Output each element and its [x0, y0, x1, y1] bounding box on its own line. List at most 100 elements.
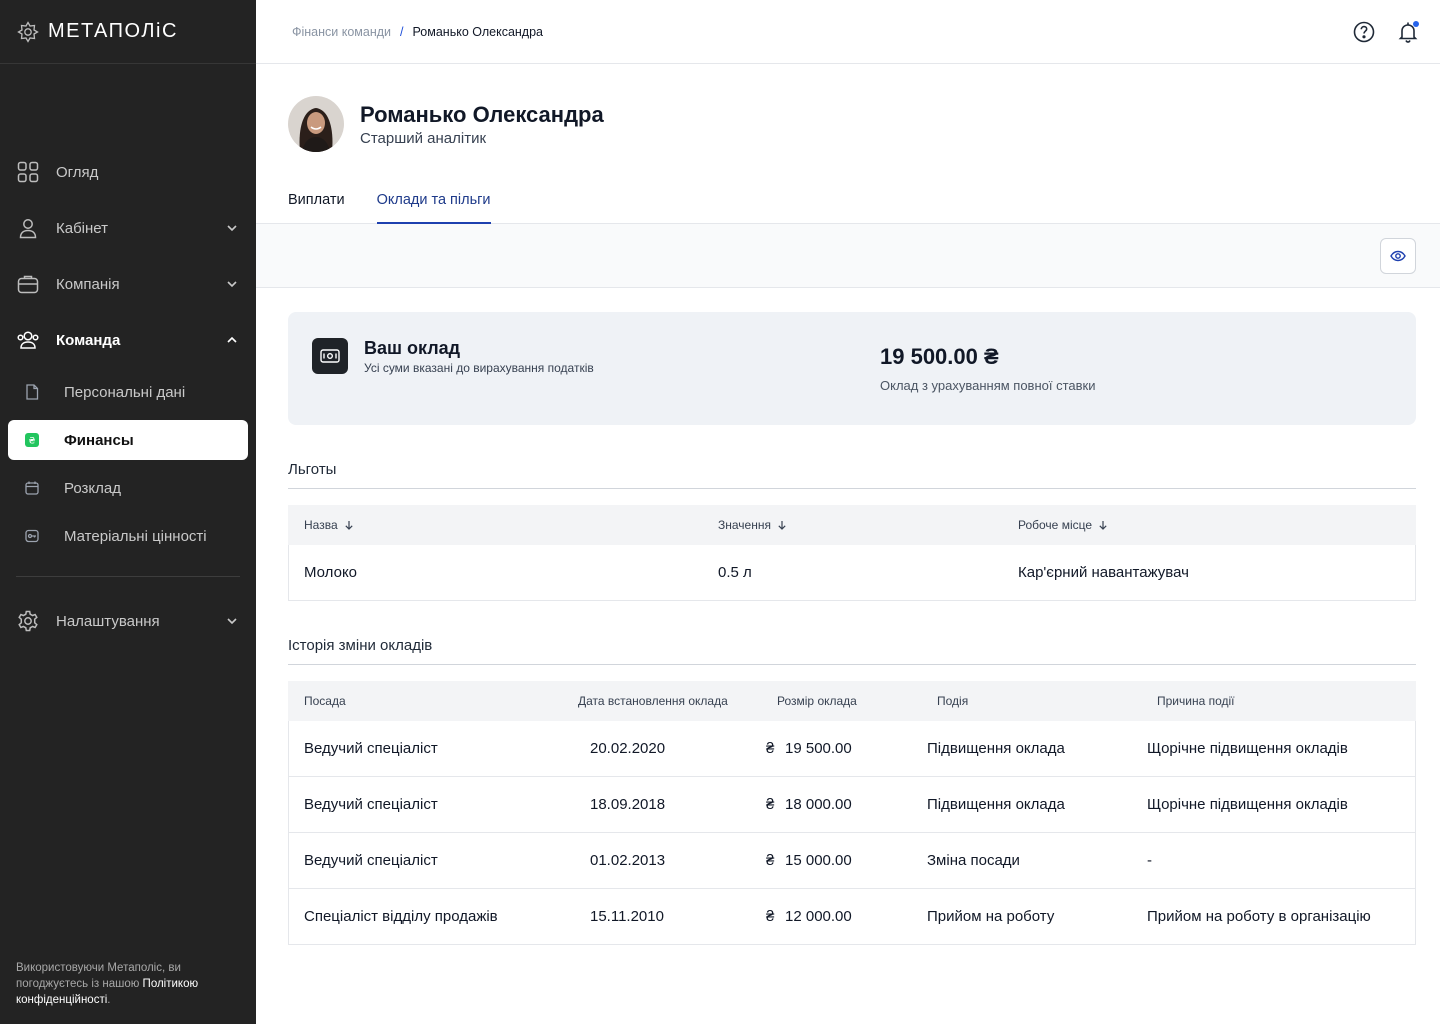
salary-title: Ваш оклад — [364, 338, 461, 358]
column-header-amount[interactable]: Розмір оклада — [777, 694, 857, 708]
sidebar-item-label: Кабінет — [56, 219, 109, 237]
privacy-text-end: . — [107, 994, 111, 1006]
column-label: Робоче місце — [1018, 518, 1093, 532]
sidebar-item-overview[interactable]: Огляд — [8, 152, 248, 192]
logo-icon — [17, 20, 39, 43]
sidebar-item-assets[interactable]: Матеріальні цінності — [8, 516, 248, 556]
privacy-notice: Використовуючи Метаполіс, ви погоджуєтес… — [16, 960, 240, 1008]
cell-amount: 18 000.00 — [785, 796, 852, 813]
cell-position: Ведучий спеціаліст — [304, 796, 438, 813]
cell-date: 18.09.2018 — [590, 796, 666, 813]
chevron-down-icon — [227, 281, 237, 288]
briefcase-icon — [16, 272, 40, 296]
column-header-reason[interactable]: Причина події — [1157, 694, 1235, 708]
sidebar-item-company[interactable]: Компанія — [8, 264, 248, 304]
cell-event: Підвищення оклада — [927, 740, 1065, 757]
benefit-name: Молоко — [304, 564, 358, 581]
chevron-down-icon — [227, 225, 237, 232]
tab-payments[interactable]: Виплати — [288, 180, 345, 224]
cell-reason: Прийом на роботу в організацію — [1147, 908, 1371, 925]
toggle-visibility-button[interactable] — [1380, 238, 1416, 274]
cell-currency: ₴ — [766, 740, 775, 757]
column-header-name[interactable]: Назва — [304, 518, 354, 532]
help-button[interactable] — [1352, 20, 1376, 44]
calendar-icon — [24, 480, 40, 496]
cell-currency: ₴ — [766, 796, 775, 813]
breadcrumb-separator: / — [400, 24, 404, 39]
money-icon — [312, 338, 348, 374]
sidebar-item-settings[interactable]: Налаштування — [8, 601, 248, 641]
breadcrumb-parent[interactable]: Фінанси команди — [292, 25, 391, 39]
topbar: Фінанси команди / Романько Олександра — [256, 0, 1440, 64]
column-header-workplace[interactable]: Робоче місце — [1018, 518, 1108, 532]
cell-event: Зміна посади — [927, 852, 1020, 869]
cell-date: 15.11.2010 — [590, 908, 664, 925]
sort-arrow-down-icon — [345, 521, 353, 530]
profile-role: Старший аналітик — [360, 129, 487, 147]
cell-currency: ₴ — [766, 852, 775, 869]
benefit-value: 0.5 л — [718, 564, 752, 581]
tabs: Виплати Оклади та пільги — [256, 180, 1440, 224]
sidebar-item-label: Команда — [56, 331, 121, 349]
brand[interactable]: МЕТАПОЛіС — [0, 0, 256, 64]
sidebar-item-label: Огляд — [56, 163, 99, 181]
grid-icon — [16, 160, 40, 184]
eye-icon — [1390, 250, 1406, 262]
profile-header: Романько Олександра Старший аналітик — [288, 96, 604, 152]
cell-amount: 12 000.00 — [785, 908, 852, 925]
notification-dot — [1413, 21, 1419, 27]
salary-history-table: Посада Дата встановлення оклада Розмір о… — [288, 681, 1416, 945]
sidebar-item-label: Розклад — [64, 479, 121, 497]
column-header-position[interactable]: Посада — [304, 694, 346, 708]
salary-amount: 19 500.00 ₴ — [880, 344, 999, 369]
sidebar-item-schedule[interactable]: Розклад — [8, 468, 248, 508]
table-header: Посада Дата встановлення оклада Розмір о… — [288, 681, 1416, 721]
chevron-up-icon — [227, 336, 237, 343]
benefits-title: Льготы — [288, 461, 337, 478]
chevron-down-icon — [227, 618, 237, 625]
asset-icon — [24, 528, 40, 544]
table-row[interactable]: Ведучий спеціаліст 20.02.2020 ₴ 19 500.0… — [288, 721, 1416, 777]
brand-name: МЕТАПОЛіС — [48, 20, 178, 42]
sidebar-item-label: Налаштування — [56, 612, 160, 630]
cell-position: Спеціаліст відділу продажів — [304, 908, 498, 925]
cell-event: Підвищення оклада — [927, 796, 1065, 813]
benefits-table: Назва Значення Робоче місце Молоко 0.5 л… — [288, 505, 1416, 601]
notifications-button[interactable] — [1396, 20, 1420, 44]
sidebar-item-personal-data[interactable]: Персональні дані — [8, 372, 248, 412]
toolbar — [256, 224, 1440, 288]
users-icon — [16, 328, 40, 352]
sidebar-item-cabinet[interactable]: Кабінет — [8, 208, 248, 248]
cell-amount: 19 500.00 — [785, 740, 852, 757]
user-icon — [16, 216, 40, 240]
sidebar-item-label: Матеріальні цінності — [64, 527, 207, 545]
column-header-event[interactable]: Подія — [937, 694, 968, 708]
sidebar-item-team[interactable]: Команда — [8, 320, 248, 360]
sidebar-divider — [16, 576, 240, 577]
sidebar-item-label: Персональні дані — [64, 383, 186, 401]
table-row[interactable]: Молоко 0.5 л Кар'єрний навантажувач — [288, 545, 1416, 601]
column-header-date[interactable]: Дата встановлення оклада — [578, 694, 728, 708]
table-row[interactable]: Спеціаліст відділу продажів 15.11.2010 ₴… — [288, 889, 1416, 945]
avatar — [288, 96, 344, 152]
column-header-value[interactable]: Значення — [718, 518, 787, 532]
breadcrumb-current: Романько Олександра — [412, 24, 543, 39]
hryvnia-icon: ₴ — [24, 432, 40, 448]
svg-text:₴: ₴ — [29, 437, 36, 447]
salary-note: Оклад з урахуванням повної ставки — [880, 378, 1096, 393]
help-icon — [1353, 21, 1375, 43]
sidebar-item-finance[interactable]: ₴ Финансы — [8, 420, 248, 460]
profile-info: Романько Олександра Старший аналітик — [360, 102, 604, 147]
table-row[interactable]: Ведучий спеціаліст 01.02.2013 ₴ 15 000.0… — [288, 833, 1416, 889]
page-title: Романько Олександра — [360, 101, 604, 127]
column-label: Назва — [304, 518, 338, 532]
cell-reason: - — [1147, 852, 1152, 869]
sort-arrow-down-icon — [778, 521, 786, 530]
table-row[interactable]: Ведучий спеціаліст 18.09.2018 ₴ 18 000.0… — [288, 777, 1416, 833]
cell-date: 20.02.2020 — [590, 740, 666, 757]
breadcrumb: Фінанси команди / Романько Олександра — [292, 25, 543, 39]
sort-arrow-down-icon — [1099, 521, 1107, 530]
salary-subtitle: Усі суми вказані до вирахування податків — [364, 361, 594, 375]
tab-salaries-benefits[interactable]: Оклади та пільги — [376, 180, 491, 224]
cell-currency: ₴ — [766, 908, 775, 925]
